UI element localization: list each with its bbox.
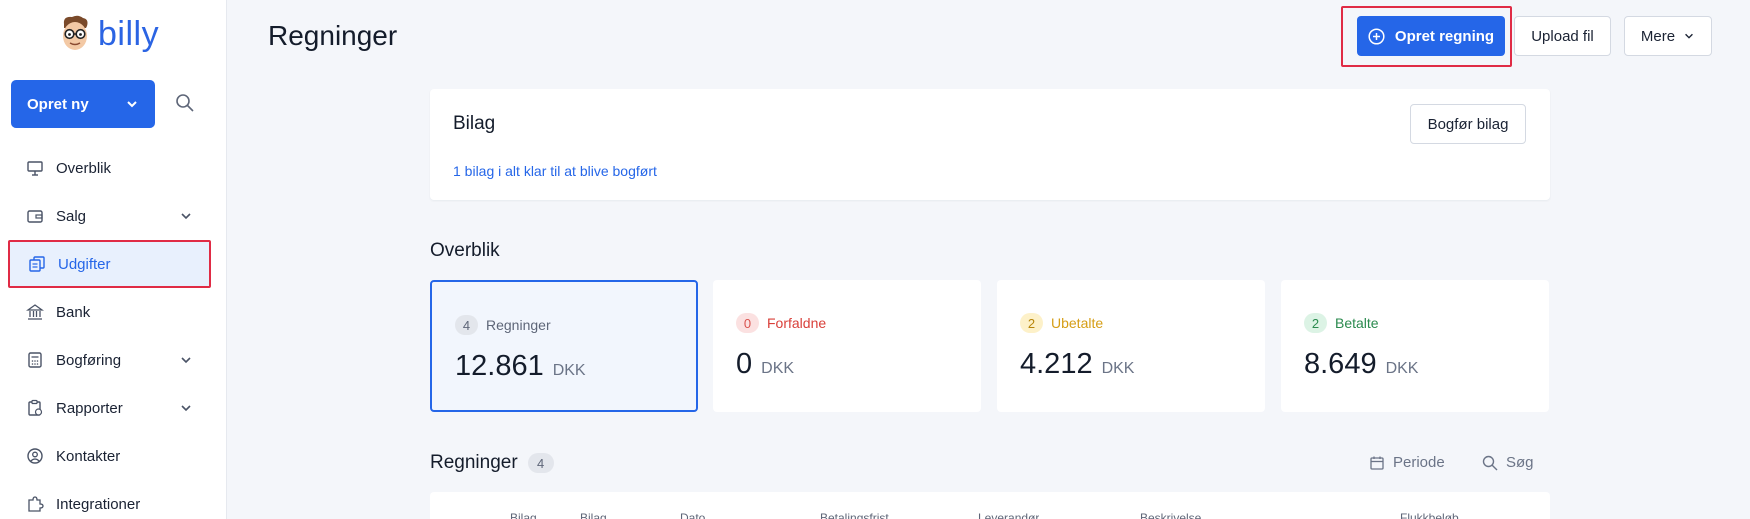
sidebar-item-overblik[interactable]: Overblik (0, 144, 227, 192)
bills-header: Regninger 4 (430, 452, 554, 474)
stat-label-row: 2 Ubetalte (1020, 313, 1103, 333)
page-title: Regninger (268, 20, 398, 51)
overview-title: Overblik (430, 240, 500, 261)
user-circle-icon (26, 447, 44, 465)
bills-table: Bilag Bilag Dato Betalingsfrist Leverand… (430, 492, 1550, 519)
count-badge: 2 (1020, 313, 1043, 333)
sidebar-item-integrationer[interactable]: Integrationer (0, 480, 227, 519)
chevron-down-icon[interactable] (179, 401, 193, 415)
calendar-icon (1370, 456, 1384, 470)
stat-card-bills[interactable]: 4 Regninger 12.861 DKK (430, 280, 698, 412)
column-header[interactable]: Bilag (580, 511, 607, 519)
search-icon (1482, 455, 1498, 470)
sidebar: billy Opret ny Overblik Salg Udgifter Ba… (0, 0, 227, 519)
stat-label-row: 2 Betalte (1304, 313, 1379, 333)
stat-value: 0 DKK (736, 348, 794, 381)
more-button[interactable]: Mere (1624, 16, 1712, 56)
bills-search[interactable]: Søg (1482, 454, 1534, 471)
sidebar-item-label: Udgifter (58, 255, 111, 273)
column-header[interactable]: Dato (680, 511, 705, 519)
calculator-icon (26, 351, 44, 369)
stat-amount: 0 (736, 348, 753, 380)
period-label: Periode (1393, 454, 1445, 471)
upload-file-button[interactable]: Upload fil (1514, 16, 1611, 56)
sidebar-item-rapporter[interactable]: Rapporter (0, 384, 227, 432)
bilag-title: Bilag (453, 113, 496, 134)
chevron-down-icon[interactable] (179, 209, 193, 223)
stat-value: 4.212 DKK (1020, 348, 1134, 381)
search-label: Søg (1506, 454, 1534, 471)
stat-currency: DKK (552, 362, 586, 379)
post-bilag-button[interactable]: Bogfør bilag (1410, 104, 1526, 144)
report-icon (26, 399, 44, 417)
bilag-ready-link[interactable]: 1 bilag i alt klar til at blive bogført (453, 163, 657, 179)
post-bilag-label: Bogfør bilag (1427, 115, 1509, 133)
count-badge: 2 (1304, 313, 1327, 333)
chevron-down-icon (1685, 33, 1694, 39)
sidebar-item-bank[interactable]: Bank (0, 288, 227, 336)
column-header[interactable]: Betalingsfrist (820, 511, 889, 519)
sidebar-item-salg[interactable]: Salg (0, 192, 227, 240)
create-new-label: Opret ny (27, 95, 89, 113)
stat-label: Regninger (486, 317, 551, 333)
stat-card-paid[interactable]: 2 Betalte 8.649 DKK (1281, 280, 1549, 412)
stat-currency: DKK (1101, 360, 1135, 377)
sidebar-item-label: Overblik (56, 159, 112, 177)
count-badge: 0 (736, 313, 759, 333)
sidebar-nav: Overblik Salg Udgifter Bank Bogføring Ra… (0, 144, 227, 519)
sidebar-item-label: Integrationer (56, 495, 141, 513)
logo-text: billy (98, 14, 160, 53)
billy-logo[interactable]: billy (58, 14, 159, 54)
stat-card-unpaid[interactable]: 2 Ubetalte 4.212 DKK (997, 280, 1265, 412)
create-new-button[interactable]: Opret ny (11, 80, 155, 128)
stat-currency: DKK (1385, 360, 1419, 377)
stat-label: Ubetalte (1051, 315, 1104, 331)
bank-icon (26, 303, 44, 321)
chevron-down-icon (127, 101, 137, 108)
puzzle-icon (26, 495, 44, 513)
bilag-card: Bilag 1 bilag i alt klar til at blive bo… (430, 89, 1550, 200)
period-filter[interactable]: Periode (1369, 454, 1445, 471)
more-label: Mere (1640, 27, 1676, 45)
sidebar-item-label: Bogføring (56, 351, 122, 369)
count-badge: 4 (455, 315, 478, 335)
sidebar-item-label: Salg (56, 207, 87, 225)
column-header[interactable]: Bilag (510, 511, 537, 519)
column-header[interactable]: Flukkbeløb (1400, 511, 1459, 519)
bills-title: Regninger (430, 452, 518, 473)
sidebar-item-label: Rapporter (56, 399, 123, 417)
stat-amount: 12.861 (455, 350, 544, 382)
documents-icon (28, 255, 46, 273)
create-bill-button[interactable]: Opret regning (1357, 16, 1505, 56)
chevron-down-icon[interactable] (179, 353, 193, 367)
stat-amount: 4.212 (1020, 348, 1093, 380)
column-header[interactable]: Beskrivelse (1140, 511, 1201, 519)
stat-currency: DKK (761, 360, 795, 377)
stat-value: 8.649 DKK (1304, 348, 1418, 381)
stat-label-row: 4 Regninger (455, 315, 551, 335)
billy-face-icon (63, 15, 88, 50)
stat-label: Betalte (1335, 315, 1379, 331)
plus-circle-icon (1368, 27, 1385, 45)
stat-label-row: 0 Forfaldne (736, 313, 826, 333)
sidebar-item-label: Bank (56, 303, 91, 321)
stat-value: 12.861 DKK (455, 350, 586, 383)
stat-card-overdue[interactable]: 0 Forfaldne 0 DKK (713, 280, 981, 412)
sidebar-item-udgifter[interactable]: Udgifter (8, 240, 211, 288)
dashboard-icon (26, 159, 44, 177)
sidebar-item-kontakter[interactable]: Kontakter (0, 432, 227, 480)
upload-file-label: Upload fil (1531, 27, 1594, 45)
create-bill-label: Opret regning (1394, 27, 1495, 45)
bills-count-badge: 4 (527, 453, 554, 473)
sidebar-item-label: Kontakter (56, 447, 121, 465)
column-header[interactable]: Leverandør (978, 511, 1039, 519)
sidebar-item-bogforing[interactable]: Bogføring (0, 336, 227, 384)
search-icon[interactable] (175, 93, 197, 115)
wallet-icon (26, 207, 44, 225)
stat-amount: 8.649 (1304, 348, 1377, 380)
stat-label: Forfaldne (767, 315, 827, 331)
